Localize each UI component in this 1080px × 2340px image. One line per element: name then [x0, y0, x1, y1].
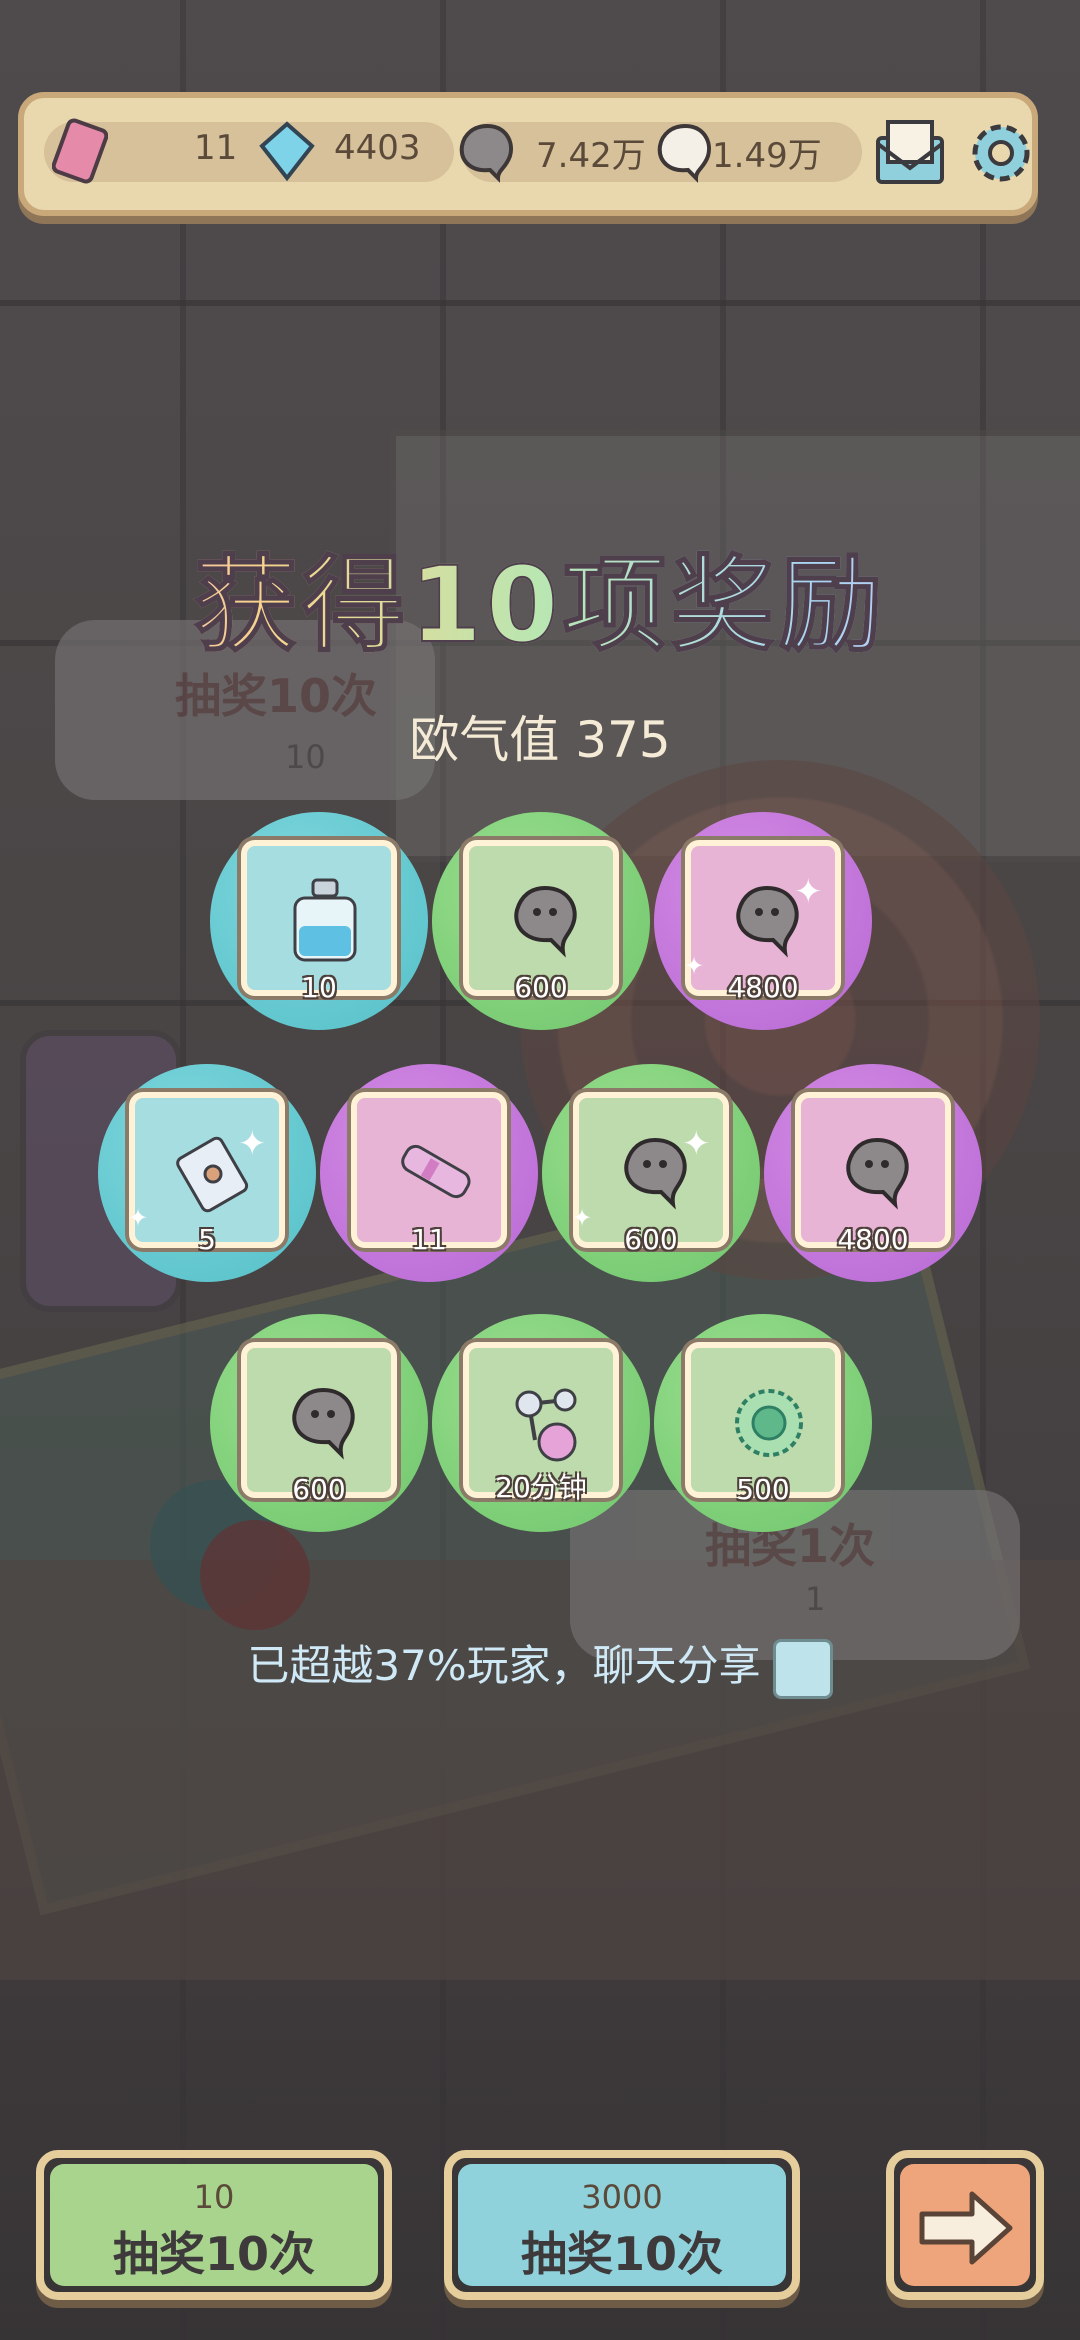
sparkle-icon: ✦ — [238, 1124, 267, 1164]
reward-qty: 20分钟 — [495, 1471, 587, 1504]
reward-qty: 600 — [514, 971, 568, 1004]
gray-blob-icon — [292, 1387, 355, 1460]
molecule-flask-icon — [515, 1388, 577, 1462]
arrow-right-icon — [919, 2191, 1013, 2265]
reward-qty: 4800 — [837, 1223, 909, 1256]
ticket-count: 11 — [194, 128, 238, 168]
reward-qty: 500 — [736, 1473, 790, 1506]
reward-qty: 600 — [292, 1473, 346, 1506]
white-blob-icon — [657, 123, 711, 183]
reward-qty: 10 — [301, 971, 337, 1004]
reward-qty: 600 — [624, 1223, 678, 1256]
share-row[interactable]: 已超越37%玩家，聊天分享 — [0, 1632, 1080, 1699]
telescope-icon — [401, 1144, 471, 1199]
reward-item[interactable]: ✦ ✦ 4800 — [654, 812, 872, 1030]
reward-qty: 4800 — [727, 971, 799, 1004]
currency-bar: 11 4403 7.42万 1.49万 — [18, 92, 1038, 216]
mail-icon[interactable] — [872, 114, 948, 190]
ticket-icon — [52, 118, 108, 184]
reward-qty: 5 — [198, 1223, 216, 1256]
gear-icon[interactable] — [962, 114, 1040, 192]
draw-10-ticket-cost: 10 — [193, 2178, 235, 2216]
green-orb-icon — [735, 1389, 803, 1457]
luck-value: 欧气值 375 — [409, 711, 671, 769]
reward-item[interactable]: 10 — [210, 812, 428, 1030]
draw-10-blob-cost: 3000 — [581, 2178, 663, 2216]
reward-item[interactable]: ✦ ✦ 5 — [98, 1064, 316, 1282]
white-blob-count: 1.49万 — [712, 136, 822, 176]
reward-qty: 11 — [411, 1223, 447, 1256]
gem-count: 4403 — [334, 128, 421, 168]
gray-blob-icon — [514, 885, 577, 958]
draw-10-ticket-label: 抽奖10次 — [112, 2227, 315, 2281]
rewards-title: 获得10项奖励 — [0, 520, 1080, 671]
share-icon[interactable] — [772, 1638, 833, 1699]
draw-10-ticket-button[interactable]: 10 抽奖10次 — [36, 2150, 392, 2300]
gray-blob-count: 7.42万 — [536, 136, 646, 176]
sparkle-icon: ✦ — [682, 1124, 711, 1164]
reward-item[interactable]: 600 — [210, 1314, 428, 1532]
reward-item[interactable]: 600 — [432, 812, 650, 1030]
reward-item[interactable]: 20分钟 — [432, 1314, 650, 1532]
sparkle-icon: ✦ — [794, 872, 823, 912]
reward-item[interactable]: 11 — [320, 1064, 538, 1282]
reward-item[interactable]: ✦ ✦ 600 — [542, 1064, 760, 1282]
reward-item[interactable]: 4800 — [764, 1064, 982, 1282]
gem-candy-icon — [259, 121, 315, 182]
draw-10-blob-button[interactable]: 3000 抽奖10次 — [444, 2150, 800, 2300]
gray-blob-icon — [846, 1137, 909, 1210]
reward-item[interactable]: 500 — [654, 1314, 872, 1532]
gray-blob-icon — [459, 123, 513, 183]
share-text: 已超越37%玩家，聊天分享 — [247, 1641, 761, 1690]
draw-10-blob-label: 抽奖10次 — [520, 2227, 723, 2281]
potion-bottle-icon — [293, 878, 357, 962]
next-button[interactable] — [886, 2150, 1044, 2300]
